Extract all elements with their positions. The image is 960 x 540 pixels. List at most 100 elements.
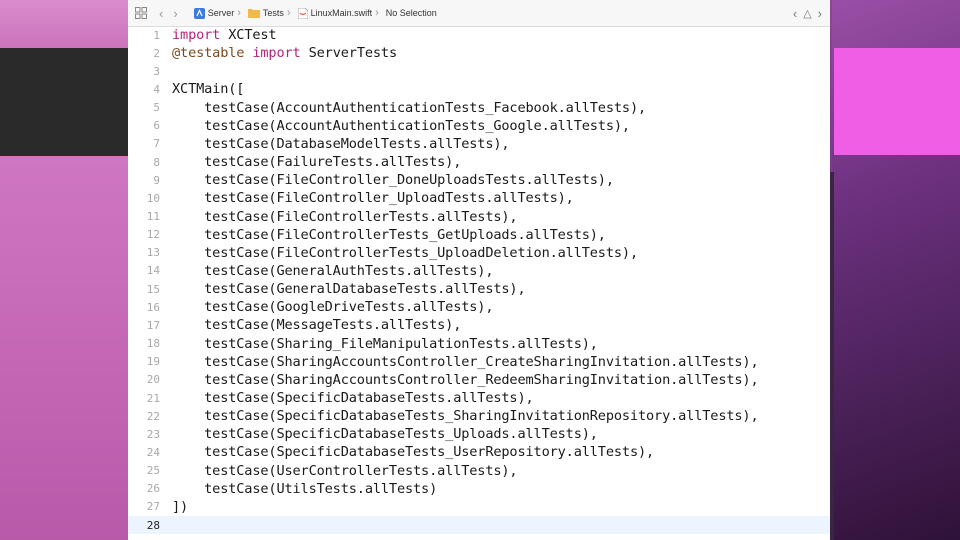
keyword-token: import <box>252 45 301 62</box>
code-line[interactable]: 27]) <box>128 498 830 516</box>
code-token: testCase(SpecificDatabaseTests_UserRepos… <box>172 444 655 461</box>
code-line[interactable]: 17 testCase(MessageTests.allTests), <box>128 316 830 334</box>
breadcrumb-separator-icon: › <box>237 7 241 19</box>
code-text: testCase(FileControllerTests.allTests), <box>172 209 517 225</box>
breadcrumb-selection[interactable]: No Selection <box>386 8 437 18</box>
line-number: 23 <box>146 427 160 441</box>
code-text: XCTMain([ <box>172 81 244 97</box>
line-number: 20 <box>146 373 160 387</box>
code-text: testCase(SharingAccountsController_Redee… <box>172 372 759 388</box>
breadcrumb-project[interactable]: Server <box>182 7 234 19</box>
code-token: testCase(MessageTests.allTests), <box>172 317 462 334</box>
code-line[interactable]: 20 testCase(SharingAccountsController_Re… <box>128 371 830 389</box>
background-pink-top-left <box>0 0 128 48</box>
related-items-grid-icon[interactable] <box>135 7 147 19</box>
code-token: testCase(FileControllerTests.allTests), <box>172 208 518 225</box>
line-number: 18 <box>146 337 160 351</box>
breadcrumb-label: LinuxMain.swift <box>310 8 373 18</box>
breadcrumb-label: Tests <box>262 8 284 18</box>
code-line[interactable]: 19 testCase(SharingAccountsController_Cr… <box>128 353 830 371</box>
code-text: testCase(MessageTests.allTests), <box>172 317 461 333</box>
code-line[interactable]: 14 testCase(GeneralAuthTests.allTests), <box>128 262 830 280</box>
line-number: 7 <box>153 137 160 151</box>
code-token: XCTMain([ <box>172 81 245 98</box>
code-line[interactable]: 28 <box>128 516 830 535</box>
code-text: @testable import ServerTests <box>172 45 397 61</box>
line-number: 24 <box>146 445 160 459</box>
code-token: testCase(UtilsTests.allTests) <box>172 480 438 497</box>
code-text: import XCTest <box>172 27 277 43</box>
code-line[interactable]: 15 testCase(GeneralDatabaseTests.allTest… <box>128 280 830 298</box>
code-token: testCase(SharingAccountsController_Creat… <box>172 353 759 370</box>
line-number: 28 <box>146 518 160 532</box>
code-line[interactable]: 4 XCTMain([ <box>128 80 830 98</box>
code-token: testCase(UserControllerTests.allTests), <box>172 462 518 479</box>
code-line[interactable]: 2 @testable import ServerTests <box>128 44 830 62</box>
line-number: 13 <box>146 246 160 260</box>
previous-issue-chevron-icon[interactable]: ‹ <box>793 6 797 21</box>
code-token: testCase(AccountAuthenticationTests_Goog… <box>172 117 630 134</box>
forward-chevron-icon[interactable]: › <box>173 6 177 21</box>
code-line[interactable]: 3 <box>128 62 830 80</box>
source-code-area[interactable]: 1 import XCTest 2 @testable import ServerTe… <box>128 26 830 540</box>
code-line[interactable]: 21 testCase(SpecificDatabaseTests.allTes… <box>128 389 830 407</box>
code-text: testCase(UserControllerTests.allTests), <box>172 463 517 479</box>
line-number: 3 <box>153 64 160 78</box>
code-token: testCase(FailureTests.allTests), <box>172 154 462 171</box>
line-number: 12 <box>146 228 160 242</box>
code-line[interactable]: 1 import XCTest <box>128 26 830 44</box>
code-text: testCase(GeneralDatabaseTests.allTests), <box>172 281 526 297</box>
line-number: 1 <box>153 28 160 42</box>
code-token: testCase(GoogleDriveTests.allTests), <box>172 299 494 316</box>
code-line[interactable]: 26 testCase(UtilsTests.allTests) <box>128 480 830 498</box>
code-line[interactable]: 6 testCase(AccountAuthenticationTests_Go… <box>128 117 830 135</box>
line-number: 17 <box>146 318 160 332</box>
code-token: testCase(SpecificDatabaseTests_SharingIn… <box>172 408 759 425</box>
breadcrumb-label: No Selection <box>385 8 437 18</box>
warning-triangle-icon[interactable]: △ <box>803 7 811 20</box>
line-number: 19 <box>146 355 160 369</box>
code-token: testCase(FileController_UploadTests.allT… <box>172 190 574 207</box>
code-line[interactable]: 24 testCase(SpecificDatabaseTests_UserRe… <box>128 443 830 461</box>
breadcrumb-file[interactable]: LinuxMain.swift <box>297 7 373 19</box>
code-line[interactable]: 8 testCase(FailureTests.allTests), <box>128 153 830 171</box>
line-number: 14 <box>146 264 160 278</box>
code-text: testCase(FileControllerTests_UploadDelet… <box>172 245 638 261</box>
code-token: testCase(DatabaseModelTests.allTests), <box>172 135 510 152</box>
line-number: 10 <box>146 191 160 205</box>
code-line[interactable]: 11 testCase(FileControllerTests.allTests… <box>128 208 830 226</box>
code-line[interactable]: 25 testCase(UserControllerTests.allTests… <box>128 462 830 480</box>
code-text: testCase(Sharing_FileManipulationTests.a… <box>172 336 598 352</box>
code-line[interactable]: 9 testCase(FileController_DoneUploadsTes… <box>128 171 830 189</box>
code-token: testCase(GeneralDatabaseTests.allTests), <box>172 281 526 298</box>
code-token: testCase(GeneralAuthTests.allTests), <box>172 262 494 279</box>
back-chevron-icon[interactable]: ‹ <box>159 6 163 21</box>
code-line[interactable]: 16 testCase(GoogleDriveTests.allTests), <box>128 298 830 316</box>
line-number: 6 <box>153 119 160 133</box>
code-line[interactable]: 5 testCase(AccountAuthenticationTests_Fa… <box>128 99 830 117</box>
next-issue-chevron-icon[interactable]: › <box>818 6 822 21</box>
line-number: 22 <box>146 409 160 423</box>
breadcrumb-separator-icon: › <box>375 7 379 19</box>
code-text: testCase(FileControllerTests_GetUploads.… <box>172 227 606 243</box>
code-line[interactable]: 22 testCase(SpecificDatabaseTests_Sharin… <box>128 407 830 425</box>
breadcrumb-folder[interactable]: Tests <box>247 8 284 18</box>
code-line[interactable]: 12 testCase(FileControllerTests_GetUploa… <box>128 226 830 244</box>
code-line[interactable]: 18 testCase(Sharing_FileManipulationTest… <box>128 335 830 353</box>
code-line[interactable]: 23 testCase(SpecificDatabaseTests_Upload… <box>128 425 830 443</box>
jump-bar: ‹ › Server › Tests › LinuxMain.swift › N… <box>128 0 830 27</box>
code-text: testCase(GoogleDriveTests.allTests), <box>172 299 493 315</box>
code-text: testCase(GeneralAuthTests.allTests), <box>172 263 493 279</box>
swift-file-icon <box>297 7 308 19</box>
line-number: 2 <box>153 46 160 60</box>
code-text: testCase(UtilsTests.allTests) <box>172 481 437 497</box>
line-number: 21 <box>146 391 160 405</box>
background-dark-block-left <box>0 48 128 156</box>
attribute-token: @testable <box>172 45 245 62</box>
code-text: testCase(DatabaseModelTests.allTests), <box>172 136 509 152</box>
background-pink-left <box>0 156 128 540</box>
line-number: 16 <box>146 300 160 314</box>
code-line[interactable]: 13 testCase(FileControllerTests_UploadDe… <box>128 244 830 262</box>
code-line[interactable]: 7 testCase(DatabaseModelTests.allTests), <box>128 135 830 153</box>
code-line[interactable]: 10 testCase(FileController_UploadTests.a… <box>128 189 830 207</box>
